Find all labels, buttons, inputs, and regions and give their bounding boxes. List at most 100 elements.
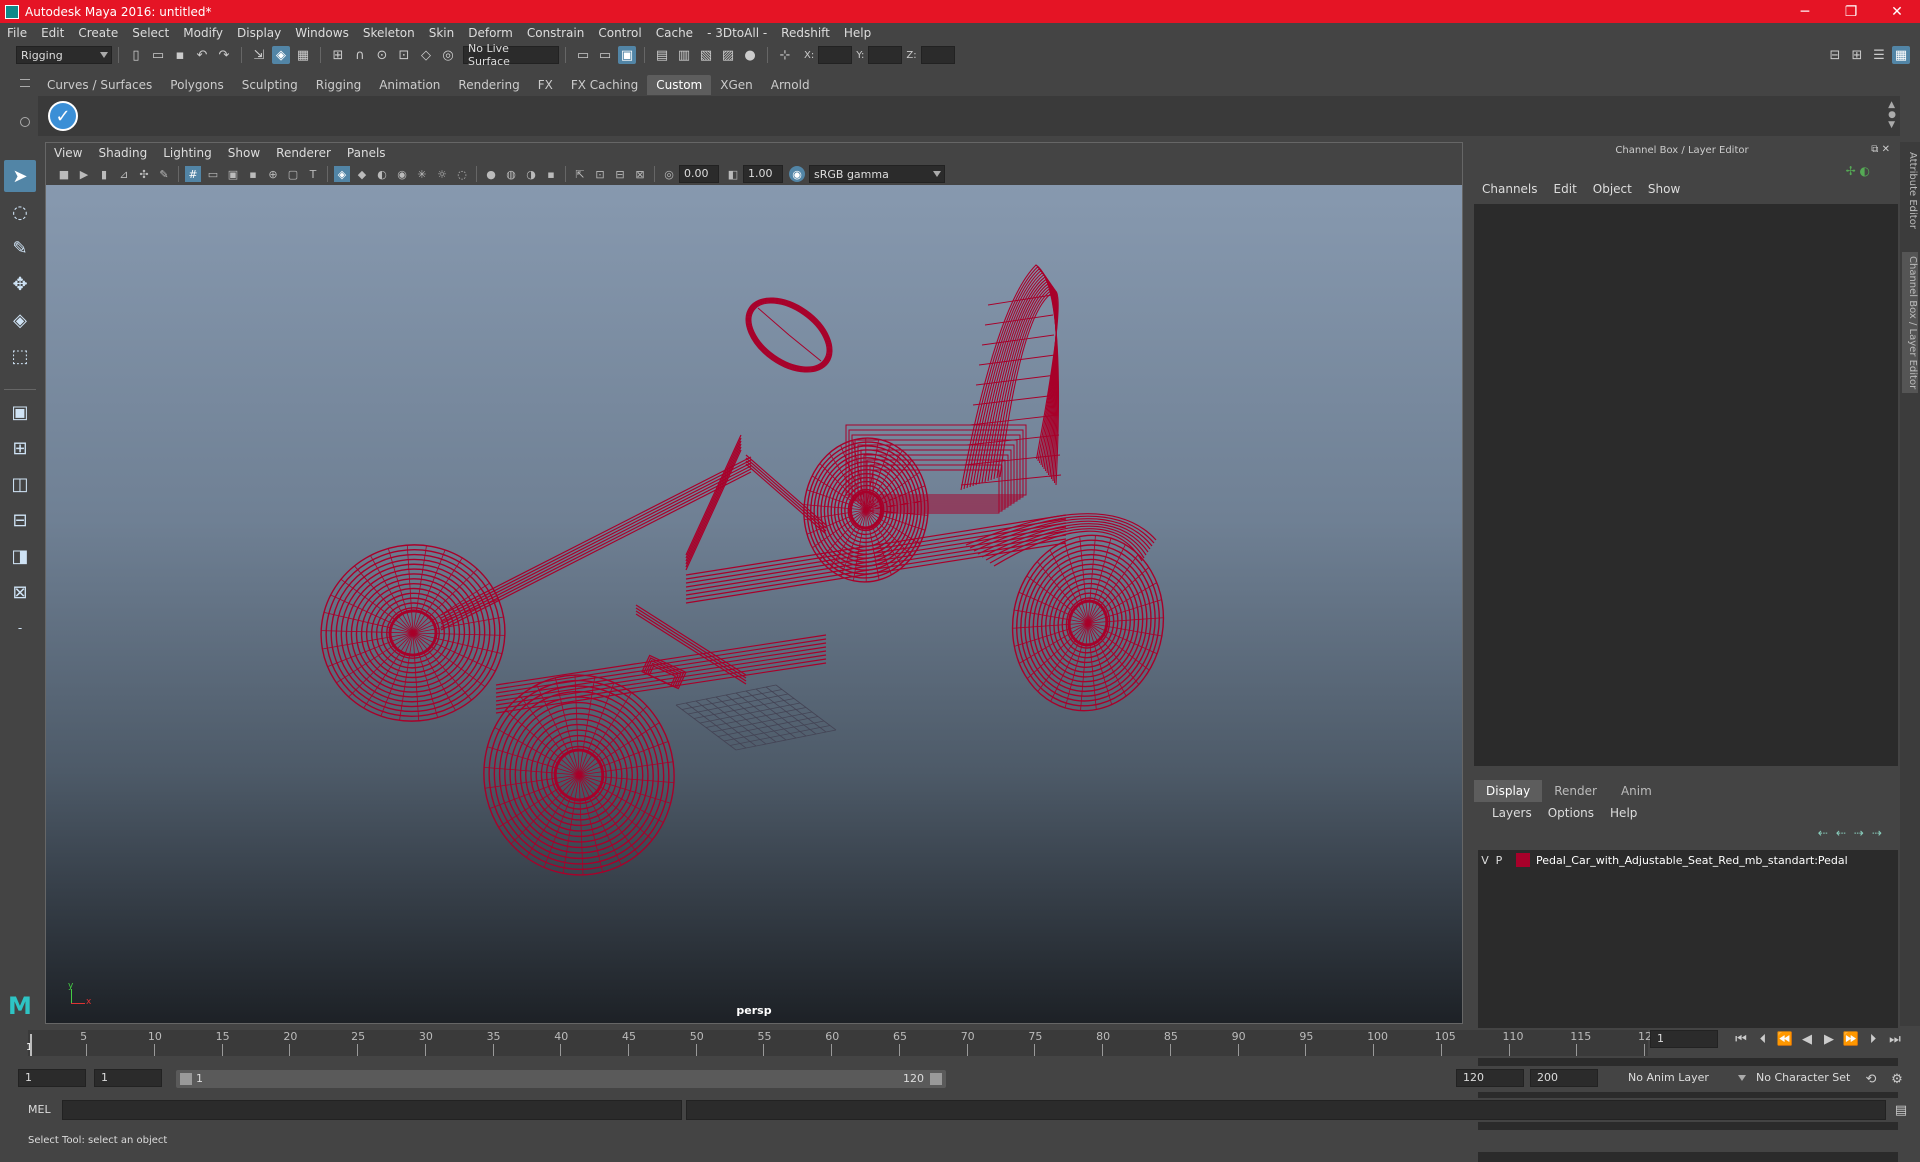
frame-all-icon[interactable]: ⊠ [632,166,648,182]
film-gate-icon[interactable]: ▭ [205,166,221,182]
rotate-tool-icon[interactable]: ◈ [4,304,36,336]
menu-create[interactable]: Create [71,26,125,40]
shelf-settings-icon[interactable] [20,117,30,127]
bookmark-icon[interactable]: ▮ [96,166,112,182]
step-forward-frame-icon[interactable]: ⏵ [1864,1030,1882,1048]
render-settings-icon[interactable]: ▨ [719,46,737,64]
menu-redshift[interactable]: Redshift [774,26,837,40]
camera-icon[interactable]: ■ [56,166,72,182]
menu-skin[interactable]: Skin [422,26,462,40]
four-view-icon[interactable]: ⊞ [4,432,36,464]
channel-key-icon[interactable]: ✢ ◐ [1846,164,1870,178]
menu-3dtoall[interactable]: - 3DtoAll - [700,26,774,40]
menu-control[interactable]: Control [591,26,648,40]
float-close-icons[interactable]: ⧉ ✕ [1871,144,1890,155]
layer-visibility-toggle[interactable]: V [1478,854,1492,867]
persp-outliner-icon[interactable]: ◫ [4,468,36,500]
tab-render[interactable]: Render [1542,780,1609,802]
play-forwards-icon[interactable]: ▶ [1820,1030,1838,1048]
move-tool-icon[interactable]: ✥ [4,268,36,300]
channel-menu-edit[interactable]: Edit [1546,182,1585,196]
field-chart-icon[interactable]: ⊕ [265,166,281,182]
absolute-transform-icon[interactable]: ⊹ [776,46,794,64]
menu-deform[interactable]: Deform [461,26,520,40]
anim-prefs-icon[interactable]: ⚙ [1888,1070,1906,1088]
time-ruler[interactable]: 5 10 15 20 25 30 35 40 45 50 55 60 65 70 75 80 85 90 95 100… [28,1030,1659,1056]
color-management-icon[interactable]: ◉ [789,166,805,182]
play-backwards-icon[interactable]: ◀ [1798,1030,1816,1048]
snap-point-icon[interactable]: ⊙ [373,46,391,64]
menu-windows[interactable]: Windows [288,26,356,40]
single-perspective-icon[interactable]: ▣ [4,396,36,428]
safe-title-icon[interactable]: T [305,166,321,182]
lasso-tool-icon[interactable]: ◌ [4,196,36,228]
attribute-editor-tab[interactable]: Attribute Editor [1902,152,1918,229]
go-to-start-icon[interactable]: ⏮ [1732,1030,1750,1048]
workspace-icon[interactable]: ⊞ [1848,46,1866,64]
shelf-tab-custom[interactable]: Custom [647,75,712,95]
persp-graph-icon[interactable]: ⊟ [4,504,36,536]
viewport-menu-show[interactable]: Show [220,146,268,160]
persp-uv-icon[interactable]: ⊠ [4,576,36,608]
character-set-dropdown[interactable]: No Character Set [1752,1069,1866,1087]
layer-row[interactable]: V P Pedal_Car_with_Adjustable_Seat_Red_m… [1478,850,1898,870]
anti-aliasing-icon[interactable]: ◑ [523,166,539,182]
image-plane-icon[interactable]: ⊿ [116,166,132,182]
menu-select[interactable]: Select [125,26,176,40]
layer-color-swatch[interactable] [1516,853,1530,867]
exposure-field[interactable]: 0.00 [679,165,719,183]
start-frame-field[interactable]: 1 [18,1069,86,1087]
shelf-tab-fx-caching[interactable]: FX Caching [562,75,647,95]
layer-playback-toggle[interactable]: P [1492,854,1506,867]
twod-pan-icon[interactable]: ✣ [136,166,152,182]
shelf-tab-fx[interactable]: FX [529,75,562,95]
scale-tool-icon[interactable]: ⬚ [4,340,36,372]
smooth-shade-icon[interactable]: ◆ [354,166,370,182]
menu-edit[interactable]: Edit [34,26,71,40]
colorspace-dropdown[interactable]: sRGB gamma [809,165,945,183]
pedal-car-wireframe[interactable] [46,185,1462,1023]
tab-anim[interactable]: Anim [1609,780,1664,802]
xray-icon[interactable]: ✳ [414,166,430,182]
anim-start-field[interactable]: 1 [94,1069,162,1087]
shelf-tab-rigging[interactable]: Rigging [307,75,370,95]
output-ops-icon[interactable]: ▭ [596,46,614,64]
shelf-tab-arnold[interactable]: Arnold [762,75,819,95]
render-view-icon[interactable]: ▤ [653,46,671,64]
wireframe-on-shaded-icon[interactable]: ◐ [374,166,390,182]
menuset-dropdown[interactable]: Rigging [16,46,112,64]
maximize-button[interactable]: ❐ [1828,4,1874,20]
render-frame-icon[interactable]: ▥ [675,46,693,64]
channel-menu-object[interactable]: Object [1585,182,1640,196]
paint-select-tool-icon[interactable]: ✎ [4,232,36,264]
menu-file[interactable]: File [0,26,34,40]
isolate-select-icon[interactable]: ⇱ [572,166,588,182]
close-button[interactable]: ✕ [1874,4,1920,20]
history-icon[interactable]: ▣ [618,46,636,64]
grease-pencil-icon[interactable]: ✎ [156,166,172,182]
end-frame-field[interactable]: 120 [1456,1069,1524,1087]
layer-menu-layers[interactable]: Layers [1484,806,1540,820]
select-hierarchy-icon[interactable]: ⇲ [250,46,268,64]
y-field[interactable] [868,46,903,64]
command-language-label[interactable]: MEL [28,1103,51,1116]
viewport-menu-shading[interactable]: Shading [90,146,155,160]
gamma-field[interactable]: 1.00 [743,165,783,183]
ipr-render-icon[interactable]: ▧ [697,46,715,64]
shadows-icon[interactable]: ◌ [454,166,470,182]
shelf-tab-polygons[interactable]: Polygons [161,75,232,95]
xray-joints-icon[interactable]: ⊡ [592,166,608,182]
layer-action-icons[interactable]: ⇠⇠⇢⇢ [1818,826,1890,840]
shelf-tab-xgen[interactable]: XGen [711,75,762,95]
x-field[interactable] [818,46,853,64]
range-end-handle[interactable] [930,1073,942,1085]
channel-box-list[interactable] [1474,204,1898,766]
gate-mask-icon[interactable]: ▪ [245,166,261,182]
channel-menu-show[interactable]: Show [1640,182,1688,196]
layer-menu-help[interactable]: Help [1602,806,1645,820]
step-forward-key-icon[interactable]: ⏩ [1842,1030,1860,1048]
anim-end-field[interactable]: 200 [1530,1069,1598,1087]
snap-grid-icon[interactable]: ⊞ [329,46,347,64]
undo-icon[interactable]: ↶ [193,46,211,64]
range-start-handle[interactable] [180,1073,192,1085]
